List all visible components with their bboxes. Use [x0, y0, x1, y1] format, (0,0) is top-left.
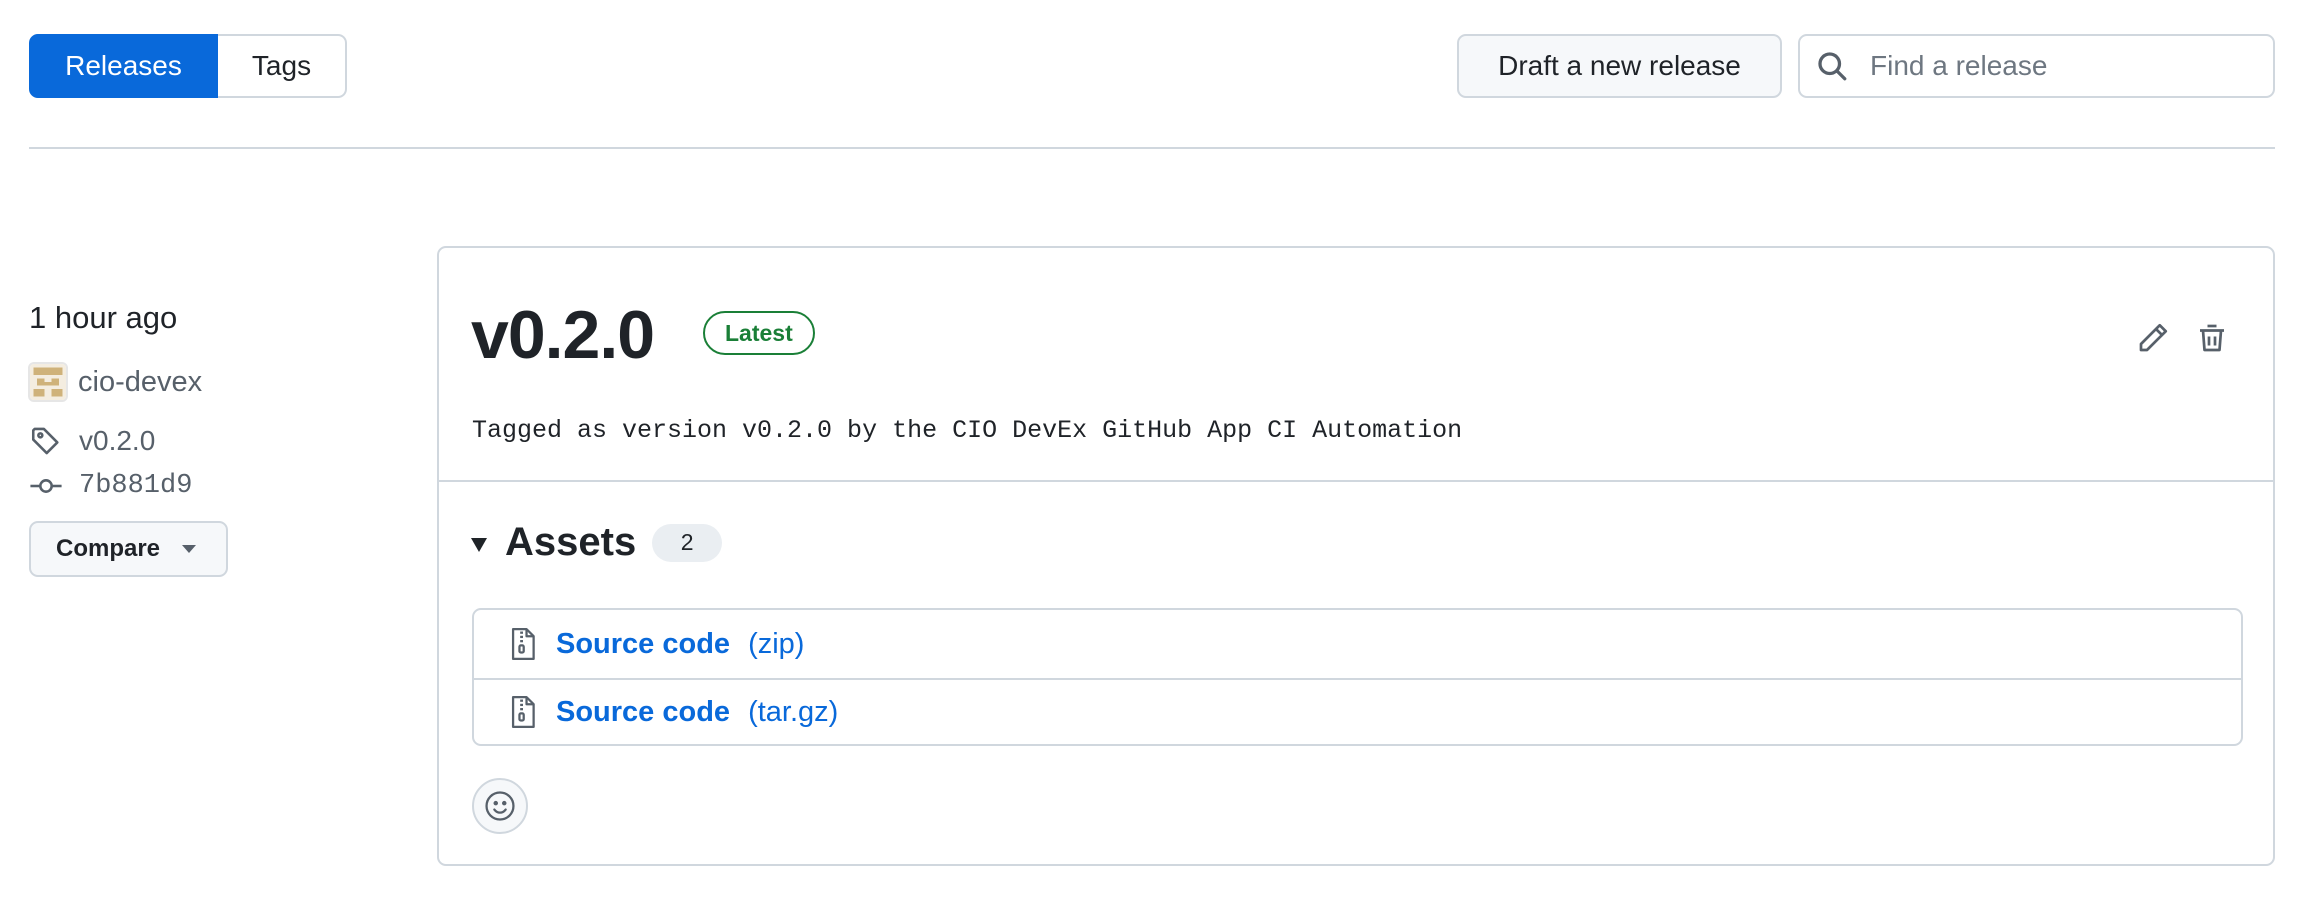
asset-ext[interactable]: (tar.gz): [748, 696, 838, 729]
assets-count-badge: 2: [652, 523, 723, 562]
release-tag[interactable]: v0.2.0: [29, 424, 155, 458]
releases-tags-toggle: Releases Tags: [29, 34, 347, 98]
release-commit[interactable]: 7b881d9: [29, 469, 192, 503]
avatar: [28, 362, 68, 402]
search-input[interactable]: [1868, 49, 2252, 83]
compare-label: Compare: [56, 535, 161, 562]
list-item[interactable]: Source code (zip): [474, 610, 2241, 680]
tab-tags[interactable]: Tags: [218, 34, 347, 98]
tag-icon: [31, 427, 59, 455]
header-divider: [29, 147, 2275, 149]
chevron-down-icon: [182, 545, 197, 553]
asset-name[interactable]: Source code: [556, 628, 730, 661]
releases-page: Releases Tags Draft a new release 1 hour…: [0, 0, 2304, 902]
asset-name[interactable]: Source code: [556, 696, 730, 729]
file-zip-icon: [511, 627, 535, 661]
commit-icon: [30, 479, 62, 493]
add-reaction-button[interactable]: [472, 778, 528, 834]
release-search[interactable]: [1798, 34, 2275, 98]
tag-label[interactable]: v0.2.0: [79, 425, 155, 457]
triangle-down-icon: [471, 537, 487, 552]
trash-icon[interactable]: [2194, 320, 2230, 356]
latest-badge: Latest: [703, 311, 815, 355]
list-item[interactable]: Source code (tar.gz): [474, 678, 2241, 746]
compare-button[interactable]: Compare: [29, 521, 228, 577]
release-description: Tagged as version v0.2.0 by the CIO DevE…: [472, 416, 1463, 445]
smiley-icon: [485, 791, 515, 821]
search-icon: [1818, 52, 1847, 81]
author-name[interactable]: cio-devex: [78, 366, 202, 399]
release-card: v0.2.0 Latest Tagged as version v0.2.0 b…: [437, 246, 2275, 866]
release-title[interactable]: v0.2.0: [471, 296, 655, 374]
release-author[interactable]: cio-devex: [28, 362, 202, 402]
file-zip-icon: [511, 695, 535, 729]
commit-sha[interactable]: 7b881d9: [79, 471, 192, 501]
assets-toggle[interactable]: Assets 2: [471, 520, 723, 565]
tab-releases[interactable]: Releases: [29, 34, 218, 98]
release-time: 1 hour ago: [29, 300, 178, 335]
assets-heading[interactable]: Assets: [505, 520, 636, 565]
pencil-icon[interactable]: [2135, 320, 2171, 356]
draft-release-button[interactable]: Draft a new release: [1457, 34, 1782, 98]
assets-list: Source code (zip) Source code (tar.gz): [472, 608, 2243, 746]
release-header: v0.2.0 Latest Tagged as version v0.2.0 b…: [439, 248, 2273, 482]
asset-ext[interactable]: (zip): [748, 628, 804, 661]
